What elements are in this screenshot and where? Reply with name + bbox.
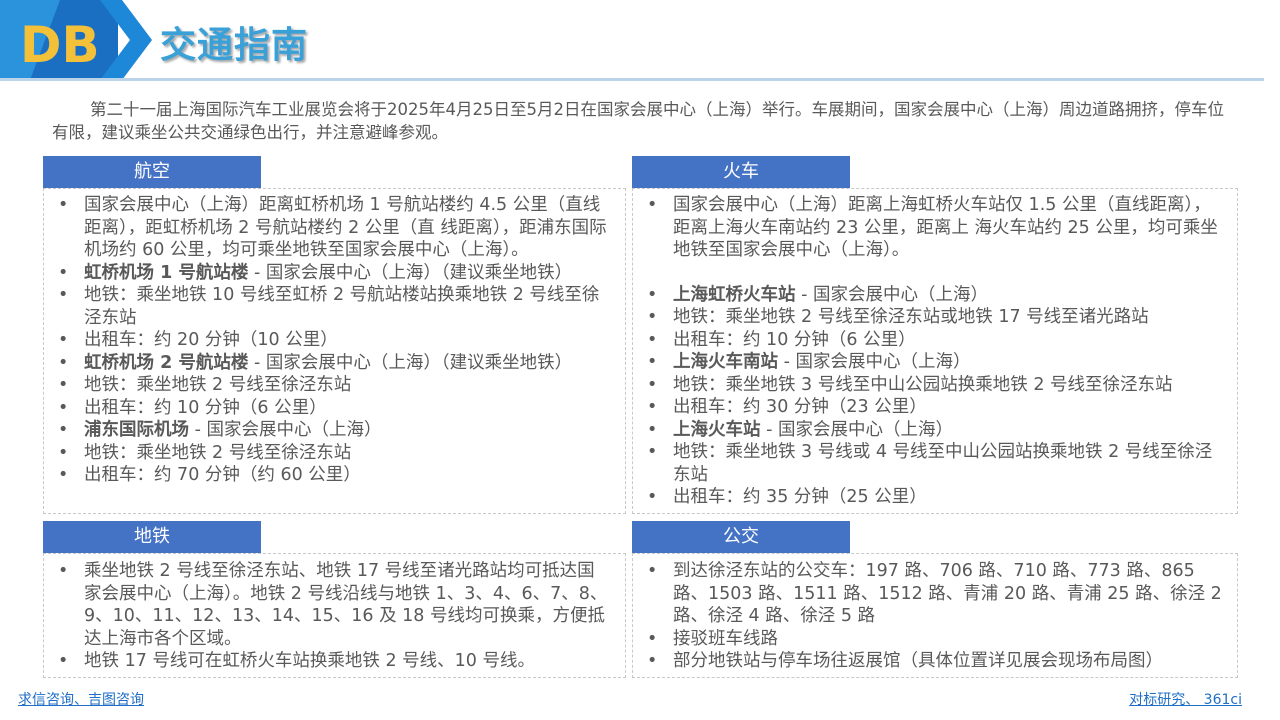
- list-item-heading: 上海火车南站: [673, 352, 778, 372]
- list-item: 国家会展中心（上海）距离上海虹桥火车站仅 1.5 公里（直线距离），距离上海火车…: [633, 194, 1223, 262]
- list-item-text: 接驳班车线路: [673, 628, 778, 649]
- list-item-text: 地铁：乘坐地铁 3 号线或 4 号线至中山公园站换乘地铁 2 号线至徐泾东站: [673, 442, 1213, 485]
- list-item: 出租车：约 35 分钟（25 公里）: [633, 486, 1223, 509]
- list-spacer: [633, 262, 1223, 284]
- list-item-text: 地铁：乘坐地铁 2 号线至徐泾东站: [84, 442, 352, 463]
- list-item-text: 出租车：约 35 分钟（25 公里）: [673, 487, 927, 507]
- list-item: 地铁：乘坐地铁 3 号线或 4 号线至中山公园站换乘地铁 2 号线至徐泾东站: [633, 441, 1223, 486]
- list-item: 地铁 17 号线可在虹桥火车站换乘地铁 2 号线、10 号线。: [44, 650, 611, 673]
- list-item-text: - 国家会展中心（上海）（建议乘坐地铁）: [248, 262, 573, 283]
- list-item-text: 地铁：乘坐地铁 2 号线至徐泾东站或地铁 17 号线至诸光路站: [673, 307, 1149, 327]
- list-item-text: 国家会展中心（上海）距离上海虹桥火车站仅 1.5 公里（直线距离），距离上海火车…: [673, 195, 1218, 260]
- list-item: 到达徐泾东站的公交车：197 路、706 路、710 路、773 路、865 路…: [633, 560, 1223, 628]
- panel-bus: 到达徐泾东站的公交车：197 路、706 路、710 路、773 路、865 路…: [632, 553, 1238, 678]
- list-item: 出租车：约 10 分钟（6 公里）: [633, 329, 1223, 352]
- list-item: 出租车：约 20 分钟（10 公里）: [44, 329, 611, 352]
- list-item: 上海虹桥火车站 - 国家会展中心（上海）: [633, 284, 1223, 307]
- header-chevron-icon: [100, 0, 152, 80]
- list-item-text: 乘坐地铁 2 号线至徐泾东站、地铁 17 号线至诸光路站均可抵达国家会展中心（上…: [84, 561, 608, 649]
- list-item: 地铁：乘坐地铁 10 号线至虹桥 2 号航站楼站换乘地铁 2 号线至徐泾东站: [44, 284, 611, 329]
- list-item-text: 地铁：乘坐地铁 3 号线至中山公园站换乘地铁 2 号线至徐泾东站: [673, 374, 1173, 395]
- list-item: 接驳班车线路: [633, 628, 1223, 651]
- list-item-text: 地铁：乘坐地铁 2 号线至徐泾东站: [84, 375, 352, 395]
- panel-air: 国家会展中心（上海）距离虹桥机场 1 号航站楼约 4.5 公里（直线距离），距虹…: [43, 188, 626, 514]
- list-item-text: - 国家会展中心（上海）: [189, 420, 382, 440]
- list-item-text: 到达徐泾东站的公交车：197 路、706 路、710 路、773 路、865 路…: [673, 561, 1222, 626]
- list-item: 浦东国际机场 - 国家会展中心（上海）: [44, 419, 611, 442]
- list-item-heading: 上海火车站: [673, 419, 761, 440]
- list-item-text: 部分地铁站与停车场往返展馆（具体位置详见展会现场布局图）: [673, 651, 1163, 671]
- header-divider: [0, 78, 1264, 81]
- intro-paragraph: 第二十一届上海国际汽车工业展览会将于2025年4月25日至5月2日在国家会展中心…: [52, 100, 1224, 142]
- list-item: 国家会展中心（上海）距离虹桥机场 1 号航站楼约 4.5 公里（直线距离），距虹…: [44, 194, 611, 262]
- list-item-text: 出租车：约 70 分钟（约 60 公里）: [84, 465, 361, 485]
- logo-text: DB: [20, 16, 100, 74]
- metro-list: 乘坐地铁 2 号线至徐泾东站、地铁 17 号线至诸光路站均可抵达国家会展中心（上…: [44, 554, 625, 673]
- list-item: 乘坐地铁 2 号线至徐泾东站、地铁 17 号线至诸光路站均可抵达国家会展中心（上…: [44, 560, 611, 650]
- list-item: 地铁：乘坐地铁 2 号线至徐泾东站: [44, 374, 611, 397]
- list-item-text: 地铁 17 号线可在虹桥火车站换乘地铁 2 号线、10 号线。: [84, 651, 535, 671]
- list-item-text: - 国家会展中心（上海）: [778, 352, 971, 372]
- page-title: 交通指南: [160, 25, 309, 66]
- list-item-text: 出租车：约 30 分钟（23 公里）: [673, 397, 927, 417]
- list-item: 虹桥机场 2 号航站楼 - 国家会展中心（上海）（建议乘坐地铁）: [44, 352, 611, 375]
- footer-left-link[interactable]: 求信咨询、吉图咨询: [18, 689, 144, 709]
- list-item: 出租车：约 10 分钟（6 公里）: [44, 397, 611, 420]
- list-item: 上海火车站 - 国家会展中心（上海）: [633, 419, 1223, 442]
- list-item: 上海火车南站 - 国家会展中心（上海）: [633, 351, 1223, 374]
- list-item-text: - 国家会展中心（上海）: [795, 284, 988, 305]
- list-item: 出租车：约 70 分钟（约 60 公里）: [44, 464, 611, 487]
- header-bar: DB 交通指南: [0, 0, 1280, 82]
- list-item-heading: 虹桥机场 1 号航站楼: [84, 262, 249, 283]
- list-item-text: - 国家会展中心（上海）: [760, 419, 953, 440]
- list-item: 地铁：乘坐地铁 3 号线至中山公园站换乘地铁 2 号线至徐泾东站: [633, 374, 1223, 397]
- list-item: 地铁：乘坐地铁 2 号线至徐泾东站: [44, 442, 611, 465]
- tab-metro: 地铁: [43, 521, 261, 553]
- train-list: 国家会展中心（上海）距离上海虹桥火车站仅 1.5 公里（直线距离），距离上海火车…: [633, 189, 1237, 509]
- list-item-text: - 国家会展中心（上海）（建议乘坐地铁）: [248, 352, 573, 373]
- list-item-text: 出租车：约 10 分钟（6 公里）: [84, 397, 327, 418]
- list-item: 虹桥机场 1 号航站楼 - 国家会展中心（上海）（建议乘坐地铁）: [44, 262, 611, 285]
- panel-train: 国家会展中心（上海）距离上海虹桥火车站仅 1.5 公里（直线距离），距离上海火车…: [632, 188, 1238, 514]
- panel-metro: 乘坐地铁 2 号线至徐泾东站、地铁 17 号线至诸光路站均可抵达国家会展中心（上…: [43, 553, 626, 678]
- list-item-text: 出租车：约 20 分钟（10 公里）: [84, 330, 338, 350]
- list-item-heading: 上海虹桥火车站: [673, 284, 796, 305]
- list-item-text: 国家会展中心（上海）距离虹桥机场 1 号航站楼约 4.5 公里（直线距离），距虹…: [84, 195, 607, 260]
- tab-air: 航空: [43, 156, 261, 188]
- list-item: 出租车：约 30 分钟（23 公里）: [633, 396, 1223, 419]
- list-item: 部分地铁站与停车场往返展馆（具体位置详见展会现场布局图）: [633, 650, 1223, 673]
- tab-bus: 公交: [632, 521, 850, 553]
- bus-list: 到达徐泾东站的公交车：197 路、706 路、710 路、773 路、865 路…: [633, 554, 1237, 673]
- tab-train: 火车: [632, 156, 850, 188]
- list-item-heading: 虹桥机场 2 号航站楼: [84, 352, 249, 373]
- list-item-text: 出租车：约 10 分钟（6 公里）: [673, 329, 916, 350]
- list-item-heading: 浦东国际机场: [84, 420, 189, 440]
- list-item: 地铁：乘坐地铁 2 号线至徐泾东站或地铁 17 号线至诸光路站: [633, 306, 1223, 329]
- list-item-text: 地铁：乘坐地铁 10 号线至虹桥 2 号航站楼站换乘地铁 2 号线至徐泾东站: [84, 285, 600, 328]
- footer-right-link[interactable]: 对标研究、 361ci: [1129, 689, 1242, 709]
- air-list: 国家会展中心（上海）距离虹桥机场 1 号航站楼约 4.5 公里（直线距离），距虹…: [44, 189, 625, 487]
